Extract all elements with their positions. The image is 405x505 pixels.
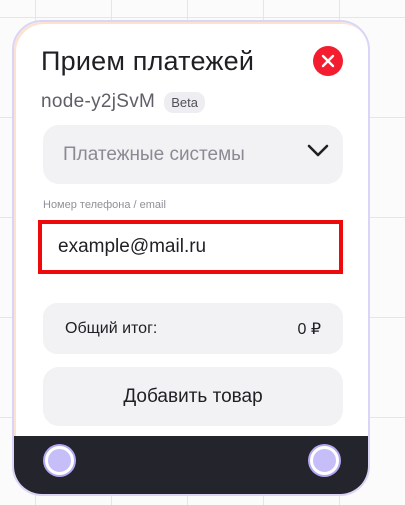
contact-field-highlight (38, 220, 343, 274)
payment-systems-select[interactable]: Платежные системы (43, 125, 343, 184)
add-item-button[interactable]: Добавить товар (43, 367, 343, 426)
total-value: 0 ₽ (297, 320, 321, 338)
node-id: node-y2jSvM (41, 91, 156, 112)
close-icon (321, 54, 335, 68)
output-port[interactable] (310, 446, 339, 475)
close-button[interactable] (313, 46, 343, 76)
contact-field-label: Номер телефона / email (43, 199, 166, 211)
payment-node-card[interactable]: Прием платежей node-y2jSvM Beta Платежны… (12, 20, 370, 496)
total-label: Общий итог: (65, 319, 158, 337)
beta-badge: Beta (164, 91, 205, 113)
payment-systems-placeholder: Платежные системы (63, 143, 245, 165)
chevron-down-icon (307, 144, 329, 157)
node-title: Прием платежей (41, 46, 255, 76)
node-footer (14, 436, 368, 494)
email-field[interactable] (58, 236, 328, 258)
node-subtitle: node-y2jSvM Beta (41, 91, 205, 113)
total-row: Общий итог: 0 ₽ (43, 303, 343, 354)
input-port[interactable] (45, 446, 74, 475)
